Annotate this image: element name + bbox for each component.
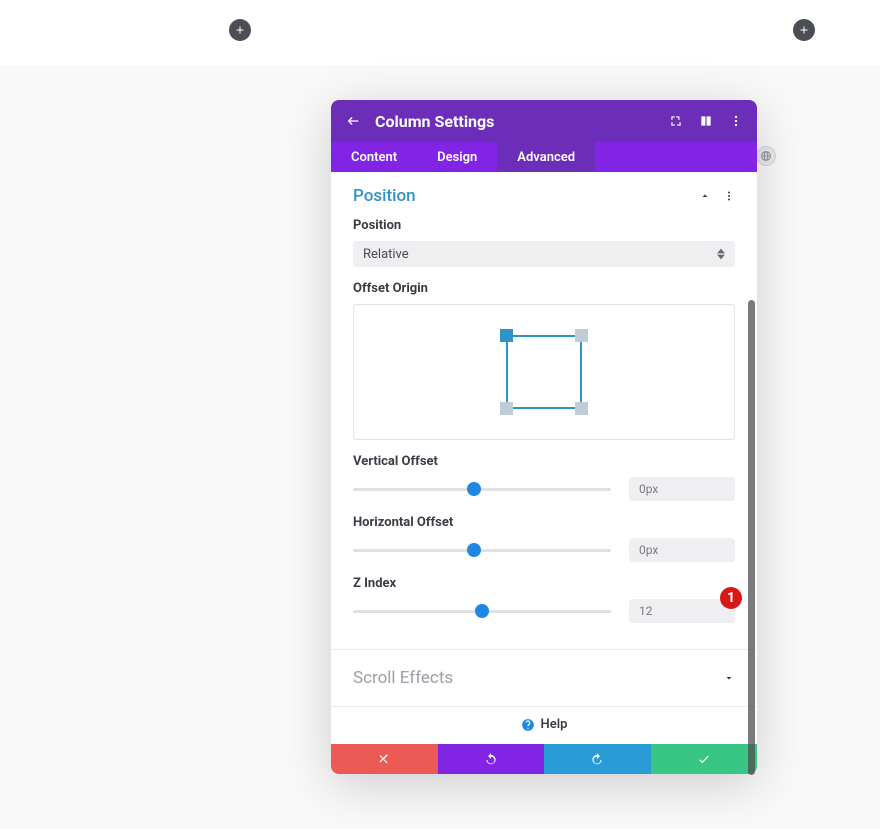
scroll-effects-section-header[interactable]: Scroll Effects bbox=[353, 650, 735, 706]
section-menu-button[interactable] bbox=[723, 190, 735, 202]
add-module-button[interactable] bbox=[229, 19, 251, 41]
scrollbar[interactable] bbox=[748, 300, 755, 775]
origin-bottom-left-handle[interactable] bbox=[500, 402, 513, 415]
panel-body: Position Position Relative Offset Origin bbox=[331, 172, 757, 744]
panel-footer bbox=[331, 744, 757, 774]
kebab-icon bbox=[729, 114, 743, 128]
horizontal-offset-input[interactable]: 0px bbox=[629, 538, 735, 562]
redo-button[interactable] bbox=[544, 744, 651, 774]
annotation-badge-1: 1 bbox=[720, 587, 742, 609]
position-section-header[interactable]: Position bbox=[353, 186, 735, 206]
tab-content[interactable]: Content bbox=[331, 142, 417, 172]
tab-design[interactable]: Design bbox=[417, 142, 497, 172]
help-link[interactable]: Help bbox=[331, 706, 757, 744]
add-module-button[interactable] bbox=[793, 19, 815, 41]
undo-button[interactable] bbox=[438, 744, 545, 774]
panel-menu-button[interactable] bbox=[729, 114, 743, 128]
undo-icon bbox=[484, 752, 498, 766]
back-arrow-icon bbox=[345, 113, 361, 129]
vertical-offset-input[interactable]: 0px bbox=[629, 477, 735, 501]
position-field-label: Position bbox=[353, 218, 735, 233]
expand-icon bbox=[669, 114, 683, 128]
kebab-icon bbox=[723, 190, 735, 202]
origin-top-left-handle[interactable] bbox=[500, 329, 513, 342]
check-icon bbox=[697, 752, 711, 766]
chevron-up-icon bbox=[699, 190, 711, 202]
z-index-thumb[interactable] bbox=[475, 604, 489, 618]
horizontal-offset-label: Horizontal Offset bbox=[353, 515, 735, 530]
back-button[interactable] bbox=[345, 113, 361, 129]
offset-origin-label: Offset Origin bbox=[353, 281, 735, 296]
tab-advanced[interactable]: Advanced bbox=[497, 142, 595, 172]
plus-icon bbox=[234, 24, 246, 36]
position-section-title: Position bbox=[353, 186, 416, 206]
position-select-value: Relative bbox=[363, 247, 409, 262]
page-top-bar bbox=[0, 0, 880, 65]
help-label: Help bbox=[541, 717, 568, 732]
panel-tabs: Content Design Advanced bbox=[331, 142, 757, 172]
vertical-offset-label: Vertical Offset bbox=[353, 454, 735, 469]
collapse-section-button[interactable] bbox=[699, 190, 711, 202]
vertical-offset-thumb[interactable] bbox=[467, 482, 481, 496]
responsive-button[interactable] bbox=[699, 114, 713, 128]
globe-icon bbox=[760, 150, 772, 162]
origin-top-right-handle[interactable] bbox=[575, 329, 588, 342]
horizontal-offset-slider[interactable] bbox=[353, 549, 611, 552]
z-index-input[interactable]: 12 bbox=[629, 599, 735, 623]
cancel-button[interactable] bbox=[331, 744, 438, 774]
expand-button[interactable] bbox=[669, 114, 683, 128]
z-index-slider[interactable] bbox=[353, 610, 611, 613]
offset-origin-picker[interactable] bbox=[353, 304, 735, 440]
redo-icon bbox=[590, 752, 604, 766]
chevron-down-icon bbox=[723, 672, 735, 684]
plus-icon bbox=[798, 24, 810, 36]
position-select[interactable]: Relative bbox=[353, 241, 735, 267]
panel-title: Column Settings bbox=[375, 112, 669, 131]
horizontal-offset-thumb[interactable] bbox=[467, 543, 481, 557]
origin-outline bbox=[506, 335, 582, 409]
canvas-widget-icon bbox=[756, 146, 776, 166]
origin-bottom-right-handle[interactable] bbox=[575, 402, 588, 415]
scroll-effects-title: Scroll Effects bbox=[353, 668, 453, 688]
help-icon bbox=[521, 718, 535, 732]
close-icon bbox=[377, 752, 391, 766]
z-index-label: Z Index bbox=[353, 576, 735, 591]
select-caret-icon bbox=[717, 249, 725, 260]
column-settings-panel: Column Settings Content Design Advanced … bbox=[331, 100, 757, 774]
vertical-offset-slider[interactable] bbox=[353, 488, 611, 491]
save-button[interactable] bbox=[651, 744, 758, 774]
panel-header: Column Settings bbox=[331, 100, 757, 142]
columns-icon bbox=[699, 114, 713, 128]
